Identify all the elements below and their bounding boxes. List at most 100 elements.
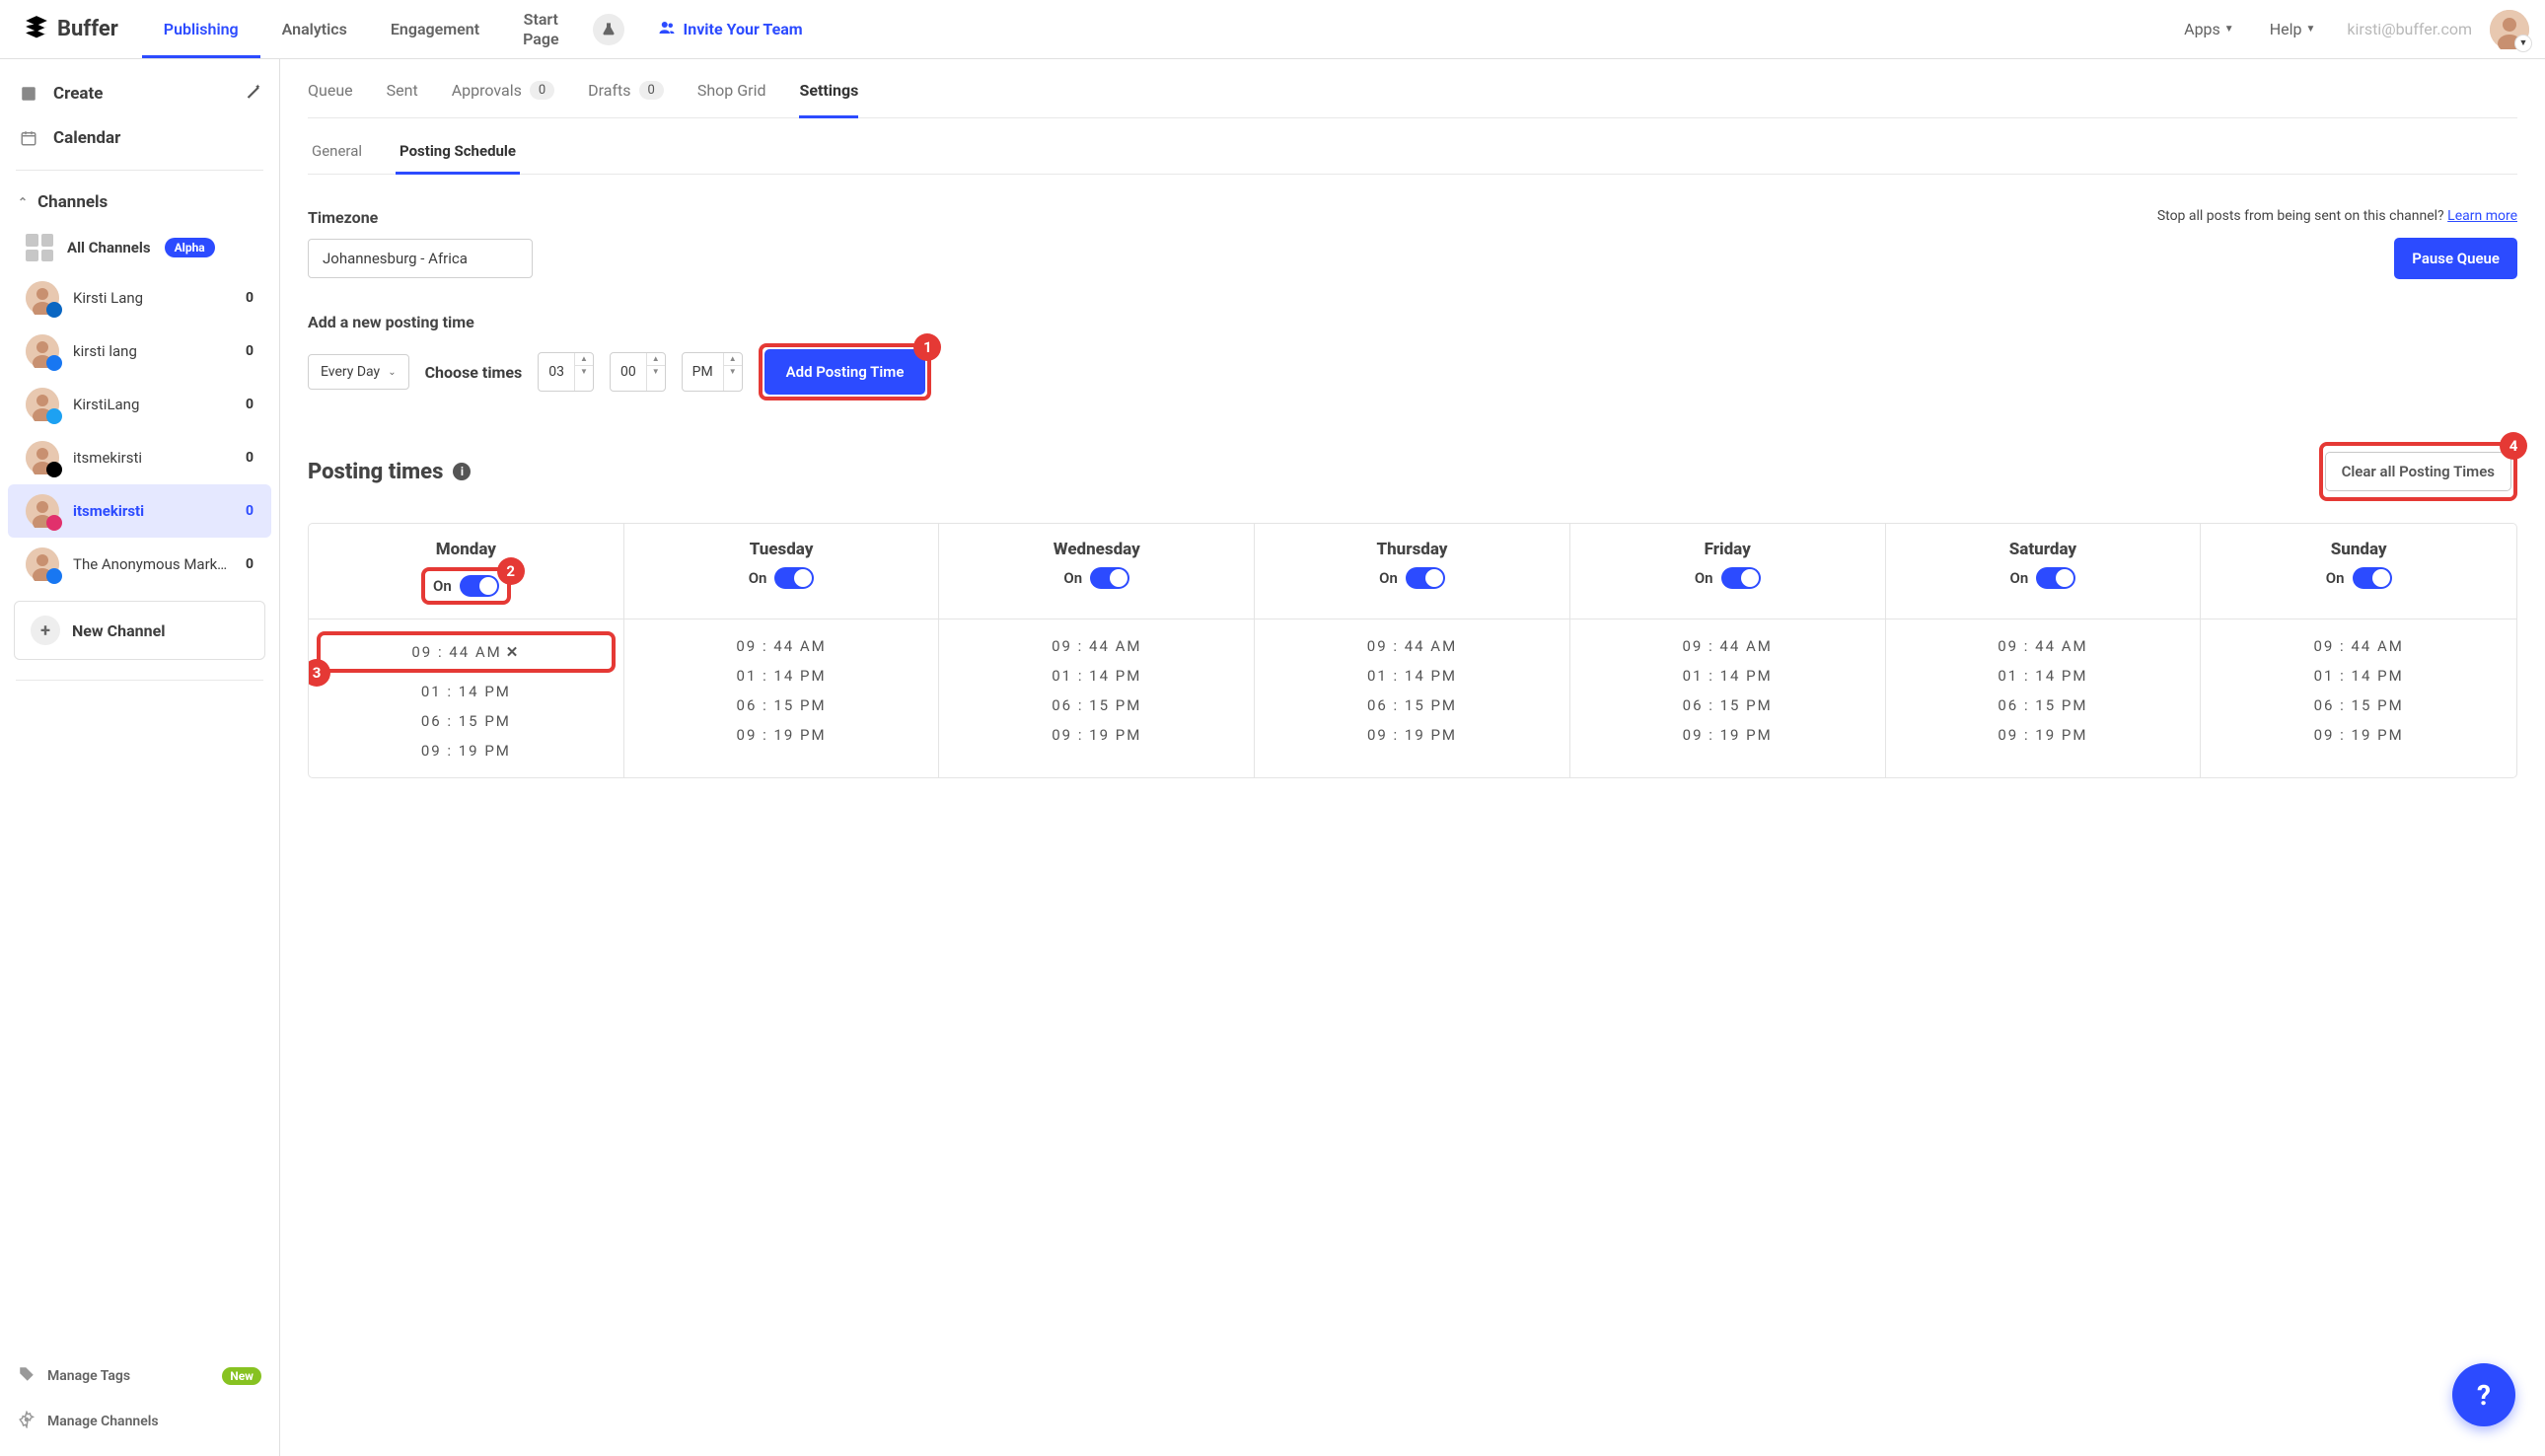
subtab-posting-schedule[interactable]: Posting Schedule (396, 132, 520, 174)
remove-time-icon[interactable]: ✕ (506, 643, 521, 661)
help-fab[interactable]: ? (2452, 1363, 2515, 1426)
pause-queue-button[interactable]: Pause Queue (2394, 238, 2517, 279)
invite-team-link[interactable]: Invite Your Team (636, 19, 823, 40)
day-times: 09 : 44 AM01 : 14 PM06 : 15 PM09 : 19 PM (1570, 619, 1886, 777)
brand-logo[interactable]: Buffer (24, 14, 118, 45)
tab-settings[interactable]: Settings (799, 81, 858, 117)
time-slot[interactable]: 09 : 19 PM (1263, 720, 1562, 750)
labs-icon[interactable] (593, 14, 624, 45)
tab-shop-grid[interactable]: Shop Grid (697, 81, 766, 117)
manage-channels[interactable]: Manage Channels (0, 1399, 279, 1444)
day-toggle[interactable] (1090, 567, 1129, 589)
up-arrow-icon[interactable]: ▲ (724, 353, 742, 366)
gear-icon (18, 1411, 36, 1432)
day-toggle[interactable] (774, 567, 814, 589)
time-slot[interactable]: 06 : 15 PM (2209, 691, 2509, 720)
day-header: TuesdayOn (624, 524, 940, 619)
day-select[interactable]: Every Day⌄ (308, 354, 409, 390)
time-slot[interactable]: 09 : 44 AM (2209, 631, 2509, 661)
time-slot[interactable]: 06 : 15 PM (317, 706, 616, 736)
tab-sent[interactable]: Sent (387, 81, 418, 117)
tab-queue[interactable]: Queue (308, 81, 353, 117)
info-icon[interactable]: i (453, 463, 471, 480)
channel-item[interactable]: kirsti lang 0 (8, 325, 271, 378)
channel-name: KirstiLang (73, 396, 139, 413)
day-toggle[interactable] (2353, 567, 2392, 589)
time-slot[interactable]: 06 : 15 PM (1263, 691, 1562, 720)
channel-item[interactable]: KirstiLang 0 (8, 378, 271, 431)
time-slot[interactable]: 01 : 14 PM (632, 661, 931, 691)
add-posting-time-button[interactable]: Add Posting Time (764, 349, 926, 395)
day-toggle[interactable] (2036, 567, 2075, 589)
channel-count: 0 (246, 397, 254, 412)
time-slot[interactable]: 01 : 14 PM (1894, 661, 2193, 691)
time-slot[interactable]: 09 : 19 PM (1894, 720, 2193, 750)
time-slot[interactable]: 06 : 15 PM (947, 691, 1246, 720)
channel-avatar (26, 547, 59, 581)
day-toggle[interactable] (460, 575, 499, 597)
instagram-icon (46, 515, 62, 531)
time-slot[interactable]: 09 : 19 PM (2209, 720, 2509, 750)
user-avatar[interactable]: ▼ (2490, 10, 2529, 49)
time-slot[interactable]: 09 : 44 AM (1263, 631, 1562, 661)
up-arrow-icon[interactable]: ▲ (647, 353, 665, 366)
time-slot[interactable]: 09 : 19 PM (947, 720, 1246, 750)
channel-item[interactable]: itsmekirsti 0 (8, 484, 271, 538)
down-arrow-icon[interactable]: ▼ (575, 366, 593, 378)
time-slot[interactable]: 01 : 14 PM (2209, 661, 2509, 691)
time-slot[interactable]: 09 : 44 AM (1894, 631, 2193, 661)
apps-menu[interactable]: Apps▼ (2166, 20, 2252, 38)
time-slot[interactable]: 01 : 14 PM (1578, 661, 1877, 691)
time-slot[interactable]: 01 : 14 PM (947, 661, 1246, 691)
all-channels[interactable]: All Channels Alpha (8, 224, 271, 271)
manage-tags[interactable]: Manage Tags New (0, 1353, 279, 1399)
timezone-select[interactable]: Johannesburg - Africa (308, 239, 533, 278)
channel-item[interactable]: The Anonymous Marke… 0 (8, 538, 271, 591)
time-slot[interactable]: 06 : 15 PM (1894, 691, 2193, 720)
help-menu[interactable]: Help▼ (2252, 20, 2334, 38)
subtab-general[interactable]: General (308, 132, 366, 174)
learn-more-link[interactable]: Learn more (2447, 208, 2517, 224)
day-toggle[interactable] (1406, 567, 1445, 589)
nav-analytics[interactable]: Analytics (260, 0, 369, 58)
channel-item[interactable]: Kirsti Lang 0 (8, 271, 271, 325)
day-header: SundayOn (2201, 524, 2516, 619)
tab-approvals[interactable]: Approvals0 (452, 81, 554, 117)
time-slot[interactable]: 09 : 44 AM (632, 631, 931, 661)
channels-toggle[interactable]: ⌃ Channels (0, 181, 279, 224)
time-slot[interactable]: 01 : 14 PM (317, 677, 616, 706)
channel-count: 0 (246, 556, 254, 572)
calendar-link[interactable]: Calendar (0, 116, 279, 160)
channel-count: 0 (246, 450, 254, 466)
time-slot[interactable]: 09 : 19 PM (632, 720, 931, 750)
tab-drafts[interactable]: Drafts0 (588, 81, 664, 117)
time-slot[interactable]: 06 : 15 PM (632, 691, 931, 720)
time-slot[interactable]: 06 : 15 PM (1578, 691, 1877, 720)
ampm-input[interactable]: PM▲▼ (682, 352, 743, 392)
channel-item[interactable]: itsmekirsti 0 (8, 431, 271, 484)
day-toggle[interactable] (1721, 567, 1761, 589)
down-arrow-icon[interactable]: ▼ (724, 366, 742, 378)
tiktok-icon (46, 462, 62, 477)
down-arrow-icon[interactable]: ▼ (647, 366, 665, 378)
time-slot[interactable]: 09 : 44 AM✕ (325, 637, 608, 667)
clear-all-button[interactable]: Clear all Posting Times (2325, 452, 2511, 491)
day-times: 09 : 44 AM✕ 3 01 : 14 PM06 : 15 PM09 : 1… (309, 619, 624, 777)
nav-publishing[interactable]: Publishing (142, 0, 260, 58)
magic-wand-icon[interactable] (244, 83, 261, 105)
nav-engagement[interactable]: Engagement (369, 0, 501, 58)
nav-start-page[interactable]: Start Page (501, 0, 580, 58)
time-slot[interactable]: 09 : 44 AM (1578, 631, 1877, 661)
up-arrow-icon[interactable]: ▲ (575, 353, 593, 366)
hour-input[interactable]: 03▲▼ (538, 352, 594, 392)
channel-avatar (26, 281, 59, 315)
minute-input[interactable]: 00▲▼ (610, 352, 666, 392)
time-slot[interactable]: 09 : 19 PM (1578, 720, 1877, 750)
new-channel-button[interactable]: + New Channel (14, 601, 265, 660)
time-slot[interactable]: 01 : 14 PM (1263, 661, 1562, 691)
count-badge: 0 (530, 81, 554, 100)
compose-icon (18, 85, 39, 103)
time-slot[interactable]: 09 : 44 AM (947, 631, 1246, 661)
create-button[interactable]: Create (0, 71, 279, 116)
time-slot[interactable]: 09 : 19 PM (317, 736, 616, 765)
